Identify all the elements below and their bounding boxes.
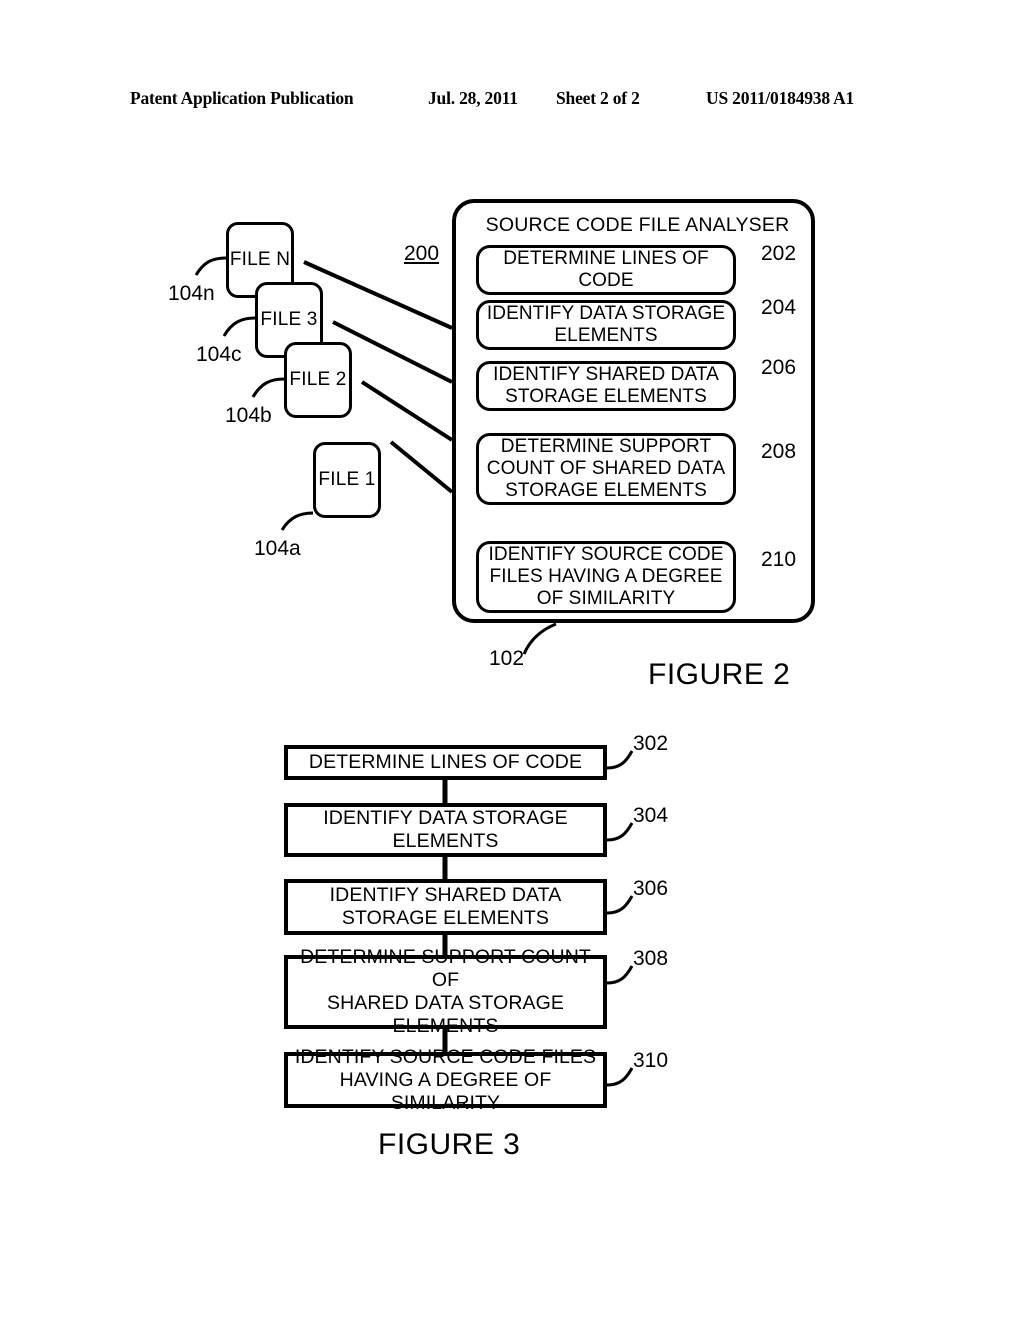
- step-line-1: DETERMINE SUPPORT: [500, 435, 712, 457]
- file-box-file-2[interactable]: FILE 2: [284, 342, 352, 418]
- step-line-3: STORAGE ELEMENTS: [505, 480, 707, 502]
- flow-step-identify-shared-data-storage-elements[interactable]: IDENTIFY SHARED DATA STORAGE ELEMENTS: [284, 879, 607, 935]
- analyser-step-determine-lines-of-code[interactable]: DETERMINE LINES OF CODE: [476, 245, 736, 295]
- step-line-1: IDENTIFY DATA STORAGE: [486, 302, 726, 324]
- step-line-2: COUNT OF SHARED DATA: [486, 457, 726, 479]
- analyser-step-text: DETERMINE LINES OF CODE: [503, 248, 709, 292]
- step-line-1: IDENTIFY SOURCE CODE FILES: [294, 1045, 597, 1068]
- flow-step-text: IDENTIFY SHARED DATA STORAGE ELEMENTS: [330, 884, 562, 930]
- step-line-1: DETERMINE SUPPORT COUNT OF: [300, 946, 591, 991]
- file-box-label: FILE 2: [289, 369, 347, 390]
- flow-step-text: DETERMINE SUPPORT COUNT OF SHARED DATA S…: [294, 946, 597, 1038]
- step-line-2: CODE: [578, 270, 634, 291]
- step-line-1: IDENTIFY SOURCE CODE: [488, 543, 724, 565]
- step-line-3: ELEMENTS: [392, 1015, 499, 1037]
- ref-number-310: 310: [633, 1049, 669, 1072]
- ref-number-102: 102: [489, 647, 525, 670]
- ref-number-210: 210: [761, 548, 797, 571]
- file-box-label: FILE N: [229, 249, 291, 270]
- flow-step-determine-support-count[interactable]: DETERMINE SUPPORT COUNT OF SHARED DATA S…: [284, 946, 607, 1037]
- file-box-file-1[interactable]: FILE 1: [313, 442, 381, 518]
- analyser-step-identify-shared-data-storage-elements[interactable]: IDENTIFY SHARED DATA STORAGE ELEMENTS: [476, 361, 736, 411]
- step-line-1: IDENTIFY SHARED DATA: [493, 363, 719, 385]
- step-line-2: ELEMENTS: [392, 830, 499, 852]
- analyser-step-text: IDENTIFY SHARED DATA STORAGE ELEMENTS: [493, 364, 719, 408]
- file-box-label: FILE 1: [318, 469, 376, 490]
- ref-number-204: 204: [761, 296, 797, 319]
- flow-step-determine-lines-of-code[interactable]: DETERMINE LINES OF CODE: [284, 745, 607, 780]
- step-line-1: IDENTIFY SHARED DATA: [329, 884, 562, 906]
- file-box-label: FILE 3: [260, 309, 318, 330]
- header-date-label: Jul. 28, 2011: [428, 88, 518, 108]
- ref-number-208: 208: [761, 440, 797, 463]
- ref-number-104c: 104c: [196, 343, 242, 366]
- flow-step-identify-data-storage-elements[interactable]: IDENTIFY DATA STORAGE ELEMENTS: [284, 803, 607, 857]
- step-line-1: DETERMINE LINES OF: [503, 247, 709, 269]
- analyser-step-identify-source-code-files[interactable]: IDENTIFY SOURCE CODE FILES HAVING A DEGR…: [476, 541, 736, 613]
- analyser-step-determine-support-count[interactable]: DETERMINE SUPPORT COUNT OF SHARED DATA S…: [476, 433, 736, 505]
- analyser-step-text: DETERMINE SUPPORT COUNT OF SHARED DATA S…: [487, 436, 725, 503]
- flow-step-text: DETERMINE LINES OF CODE: [309, 751, 582, 774]
- analyser-step-text: IDENTIFY SOURCE CODE FILES HAVING A DEGR…: [489, 544, 724, 611]
- step-line-1: IDENTIFY DATA STORAGE: [323, 807, 568, 829]
- analyser-step-identify-data-storage-elements[interactable]: IDENTIFY DATA STORAGE ELEMENTS: [476, 300, 736, 350]
- figure2-caption: FIGURE 2: [648, 658, 791, 691]
- ref-number-200: 200: [404, 242, 440, 265]
- step-line-2: FILES HAVING A DEGREE: [489, 565, 723, 587]
- page-header: Patent Application Publication Jul. 28, …: [0, 88, 1024, 114]
- analyser-title: SOURCE CODE FILE ANALYSER: [485, 214, 790, 236]
- step-line-3: OF SIMILARITY: [536, 588, 676, 610]
- step-line-2: STORAGE ELEMENTS: [341, 907, 550, 929]
- flow-step-identify-source-code-files[interactable]: IDENTIFY SOURCE CODE FILES HAVING A DEGR…: [284, 1046, 607, 1114]
- ref-number-104n: 104n: [168, 282, 215, 305]
- ref-number-202: 202: [761, 242, 797, 265]
- ref-number-304: 304: [633, 804, 669, 827]
- ref-number-308: 308: [633, 947, 669, 970]
- figure3-caption: FIGURE 3: [378, 1128, 521, 1161]
- step-line-2: STORAGE ELEMENTS: [505, 386, 707, 407]
- step-line-2: HAVING A DEGREE OF SIMILARITY: [339, 1068, 552, 1114]
- ref-number-206: 206: [761, 356, 797, 379]
- ref-number-302: 302: [633, 732, 669, 755]
- header-sheet-label: Sheet 2 of 2: [556, 88, 640, 108]
- step-line-2: ELEMENTS: [554, 325, 658, 346]
- step-line-2: SHARED DATA STORAGE: [326, 992, 565, 1014]
- header-document-number: US 2011/0184938 A1: [706, 88, 855, 108]
- ref-number-306: 306: [633, 877, 669, 900]
- flow-step-text: IDENTIFY DATA STORAGE ELEMENTS: [323, 807, 567, 853]
- step-line-1: DETERMINE LINES OF CODE: [308, 751, 583, 773]
- flow-step-text: IDENTIFY SOURCE CODE FILES HAVING A DEGR…: [294, 1046, 597, 1115]
- ref-number-104a: 104a: [254, 537, 301, 560]
- header-publication-label: Patent Application Publication: [130, 88, 354, 108]
- analyser-step-text: IDENTIFY DATA STORAGE ELEMENTS: [487, 303, 725, 347]
- ref-number-104b: 104b: [225, 404, 272, 427]
